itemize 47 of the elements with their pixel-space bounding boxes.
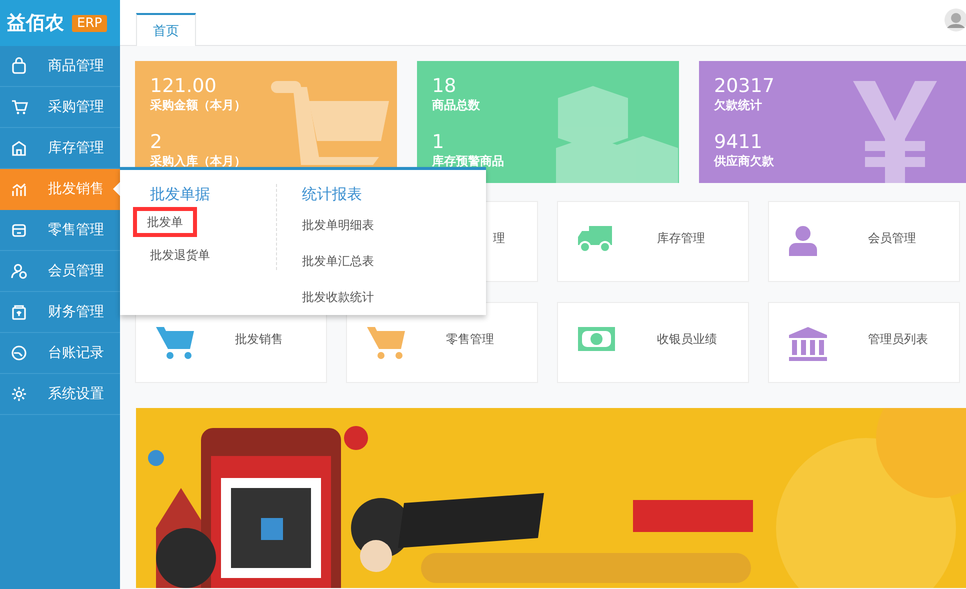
cart-icon bbox=[367, 327, 405, 359]
erp-badge: ERP bbox=[72, 14, 108, 32]
person-icon bbox=[789, 226, 817, 256]
cart-icon bbox=[10, 98, 28, 116]
menu-item[interactable]: 批发单明细表 bbox=[299, 214, 377, 236]
stat-value: 2 bbox=[150, 131, 164, 153]
stat-label: 商品总数 bbox=[432, 97, 481, 113]
cart-icon bbox=[156, 327, 194, 359]
shortcut-tile[interactable]: 收银员业绩 bbox=[557, 302, 749, 383]
store-icon bbox=[10, 221, 28, 239]
stat-label: 欠款统计 bbox=[714, 97, 763, 113]
tile-label: 收银员业绩 bbox=[657, 331, 717, 348]
settings-icon bbox=[10, 385, 28, 403]
stat-value: 18 bbox=[432, 75, 458, 97]
tab[interactable]: 首页 bbox=[136, 13, 196, 46]
banknote-icon bbox=[578, 327, 615, 351]
stat-label: 供应商欠款 bbox=[714, 153, 775, 169]
house-icon bbox=[10, 139, 28, 157]
stat-value: 121.00 bbox=[150, 75, 218, 97]
stat-label: 库存预警商品 bbox=[432, 153, 505, 169]
stat-value: 1 bbox=[432, 131, 446, 153]
menu-heading: 统计报表 bbox=[302, 184, 362, 204]
tile-label: 零售管理 bbox=[446, 331, 494, 348]
shortcut-tile[interactable]: 会员管理 bbox=[768, 201, 960, 282]
avatar-icon[interactable] bbox=[944, 8, 966, 32]
bank-icon bbox=[789, 327, 827, 361]
logo-text: 益佰农 bbox=[7, 11, 64, 36]
stat-value: 9411 bbox=[714, 131, 764, 153]
cashbox-icon bbox=[10, 303, 28, 321]
tile-label: 管理员列表 bbox=[868, 331, 928, 348]
stat-label: 采购入库（本月） bbox=[150, 153, 247, 169]
stat-label: 采购金额（本月） bbox=[150, 97, 247, 113]
tile-label: 会员管理 bbox=[868, 230, 916, 247]
shortcut-tile[interactable]: 库存管理 bbox=[557, 201, 749, 282]
menu-item[interactable]: 批发单汇总表 bbox=[299, 250, 377, 272]
menu-item[interactable]: 批发退货单 bbox=[147, 244, 213, 266]
tile-label: 库存管理 bbox=[657, 230, 705, 247]
stat-value: 20317 bbox=[714, 75, 776, 97]
bag-icon bbox=[10, 57, 28, 75]
shortcut-tile[interactable]: 管理员列表 bbox=[768, 302, 960, 383]
menu-heading: 批发单据 bbox=[150, 184, 210, 204]
tile-label: 批发销售 bbox=[235, 331, 283, 348]
clock-icon bbox=[10, 344, 28, 362]
truck-icon bbox=[578, 226, 612, 253]
menu-item[interactable]: 批发单 bbox=[133, 207, 197, 237]
tile-label: 理 bbox=[493, 230, 505, 247]
user-icon bbox=[10, 262, 28, 280]
